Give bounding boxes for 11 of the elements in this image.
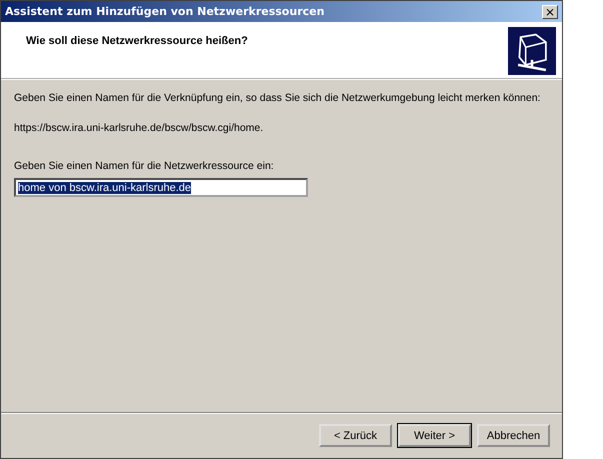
window-title: Assistent zum Hinzufügen von Netzwerkressourcen — [5, 5, 324, 18]
wizard-button[interactable]: Abbrechen — [477, 424, 550, 447]
name-field[interactable]: home von bscw.ira.uni-karlsruhe.de — [14, 178, 308, 197]
wizard-button[interactable]: Weiter > — [398, 424, 471, 447]
close-button[interactable]: × — [542, 4, 558, 18]
address-text: https://bscw.ira.uni-karlsruhe.de/bscw/bscw.cgi/home. — [14, 122, 264, 136]
field-label: Geben Sie einen Namen für die Netzwerkressource ein: — [14, 160, 274, 174]
network-folder-icon — [508, 27, 556, 75]
page-title: Wie soll diese Netzwerkressource heißen? — [26, 35, 248, 49]
wizard-button[interactable]: < Zurück — [319, 424, 392, 447]
instruction-text: Geben Sie einen Namen für die Verknüpfung ein, so dass Sie sich die Netzwerkumgebung leicht merken können: — [14, 92, 540, 106]
